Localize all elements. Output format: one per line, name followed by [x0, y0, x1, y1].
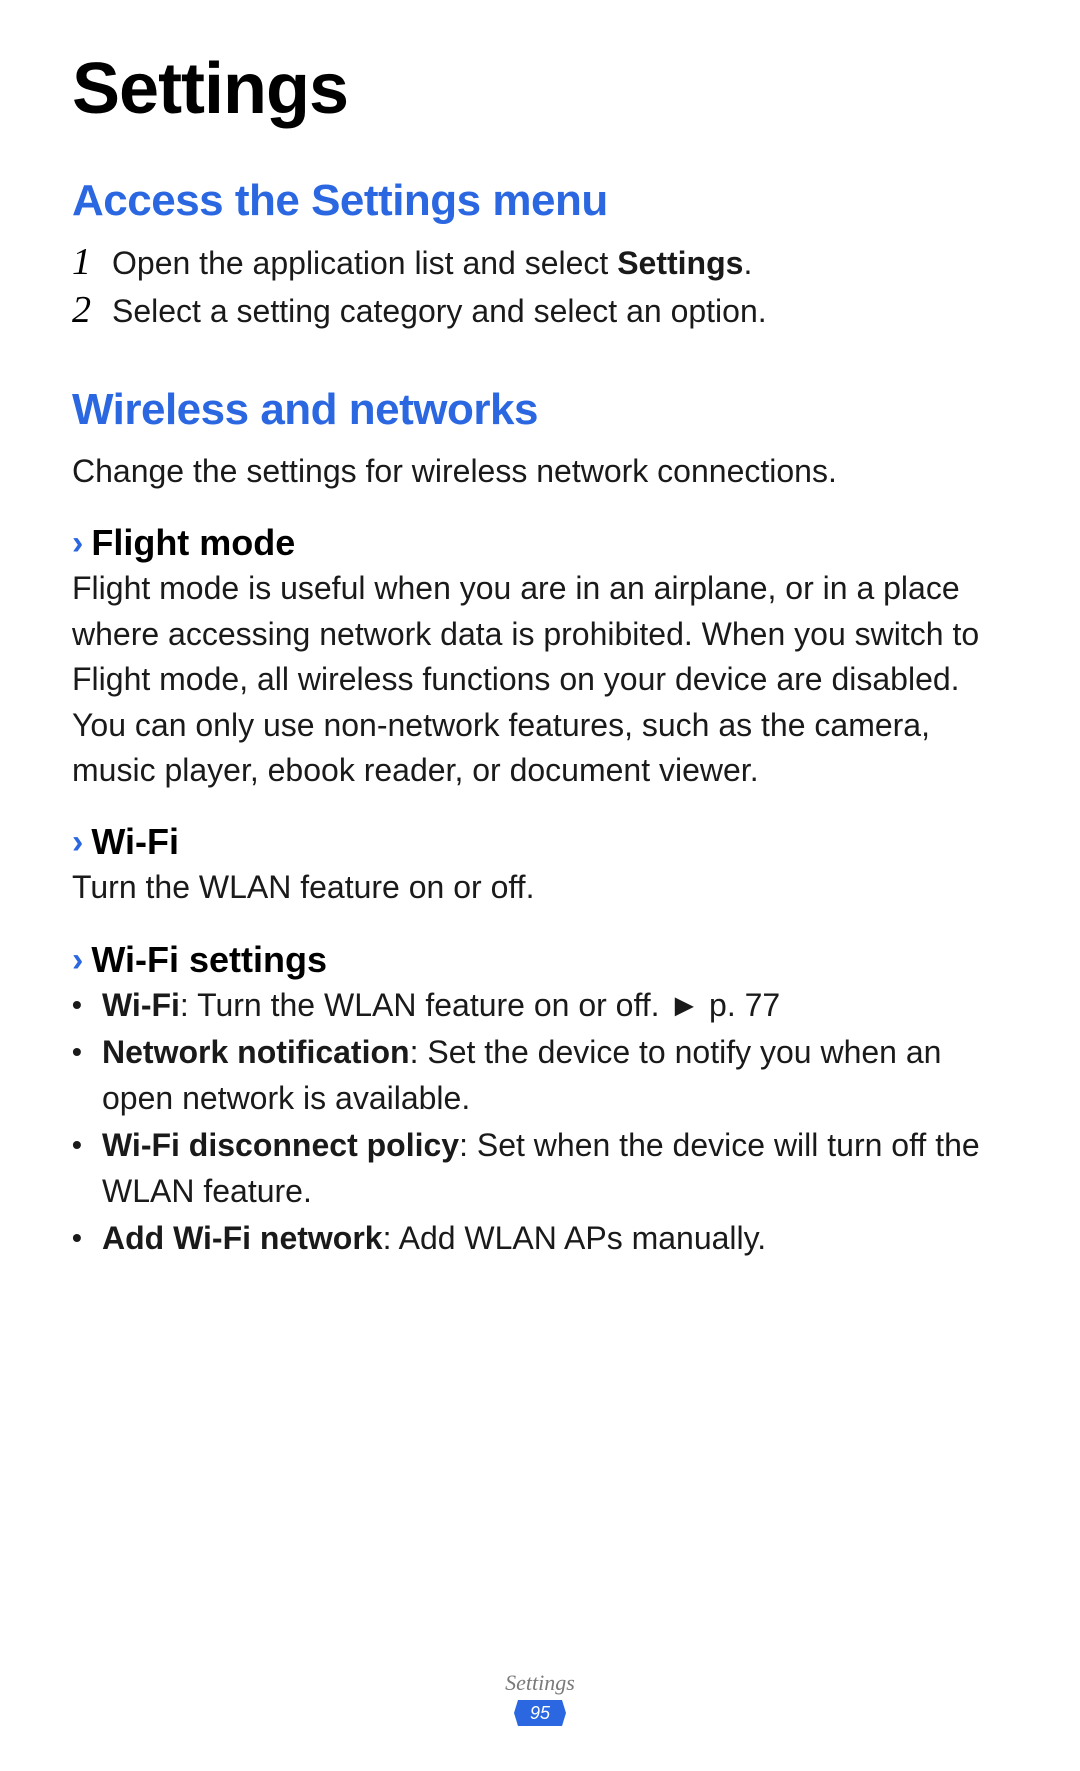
list-item: • Network notification: Set the device t…: [72, 1030, 1008, 1121]
wifi-text: Turn the WLAN feature on or off.: [72, 865, 1008, 910]
wireless-intro: Change the settings for wireless network…: [72, 449, 1008, 494]
bullet-icon: •: [72, 1030, 102, 1121]
step-number: 1: [72, 240, 112, 286]
chevron-right-icon: ›: [72, 825, 83, 859]
subheading-label: Wi-Fi: [91, 821, 179, 863]
page-number-badge: 95: [512, 1698, 568, 1728]
page-title: Settings: [72, 48, 1008, 130]
step-number: 2: [72, 288, 112, 334]
flight-mode-text: Flight mode is useful when you are in an…: [72, 566, 1008, 793]
chevron-right-icon: ›: [72, 526, 83, 560]
list-item: • Add Wi-Fi network: Add WLAN APs manual…: [72, 1216, 1008, 1261]
list-item: • Wi-Fi: Turn the WLAN feature on or off…: [72, 983, 1008, 1028]
subheading-wifi-settings: › Wi-Fi settings: [72, 939, 1008, 981]
bullet-icon: •: [72, 1123, 102, 1214]
bullet-icon: •: [72, 1216, 102, 1261]
page-footer: Settings 95: [0, 1670, 1080, 1733]
chevron-right-icon: ›: [72, 943, 83, 977]
section-heading-wireless: Wireless and networks: [72, 385, 1008, 435]
subheading-flight-mode: › Flight mode: [72, 522, 1008, 564]
list-item: • Wi-Fi disconnect policy: Set when the …: [72, 1123, 1008, 1214]
bullet-icon: •: [72, 983, 102, 1028]
subheading-label: Wi-Fi settings: [91, 939, 327, 981]
subheading-label: Flight mode: [91, 522, 295, 564]
wifi-settings-list: • Wi-Fi: Turn the WLAN feature on or off…: [72, 983, 1008, 1262]
step-text: Select a setting category and select an …: [112, 288, 1008, 334]
section-heading-access: Access the Settings menu: [72, 176, 1008, 226]
step-text: Open the application list and select Set…: [112, 240, 1008, 286]
step-2: 2 Select a setting category and select a…: [72, 288, 1008, 334]
subheading-wifi: › Wi-Fi: [72, 821, 1008, 863]
footer-section-name: Settings: [0, 1670, 1080, 1696]
step-1: 1 Open the application list and select S…: [72, 240, 1008, 286]
page-number-text: 95: [530, 1703, 551, 1723]
